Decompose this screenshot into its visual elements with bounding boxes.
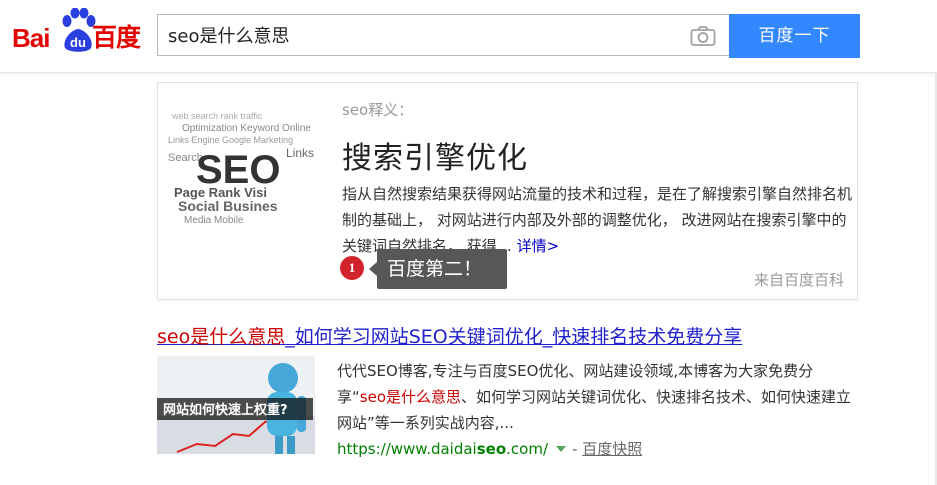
baidu-logo[interactable]: Bai du 百度 (12, 8, 152, 54)
result-description: 代代SEO博客,专注与百度SEO优化、网站建设领域,本博客为大家免费分享“seo… (337, 358, 852, 436)
result-thumbnail[interactable]: 网站如何快速上权重? (157, 356, 315, 454)
url-separator: - (572, 440, 578, 458)
logo-text-bai: Bai (12, 23, 50, 53)
svg-text:Media Mobile: Media Mobile (184, 215, 244, 225)
svg-text:web search rank traffic: web search rank traffic (171, 111, 263, 121)
result-url-bold: seo (476, 440, 507, 458)
dropdown-arrow-icon[interactable] (556, 446, 567, 452)
result-title-rest: _如何学习网站SEO关键词优化_快速排名技术免费分享 (285, 326, 743, 348)
result-url-prefix: https://www.daidai (337, 440, 477, 458)
header: Bai du 百度 百度一下 (0, 0, 937, 73)
logo-paw-text: du (70, 35, 86, 50)
seo-image-text: SEO (196, 148, 280, 192)
result-title-link[interactable]: seo是什么意思_如何学习网站SEO关键词优化_快速排名技术免费分享 (157, 322, 742, 349)
annotation-badge: 1 (340, 256, 364, 280)
search-input[interactable] (158, 15, 688, 55)
svg-text:Optimization Keyword Online: Optimization Keyword Online (182, 123, 311, 134)
camera-icon[interactable] (690, 25, 716, 47)
card-description: 指从自然搜索结果获得网站流量的技术和过程，是在了解搜索引擎自然排名机制的基础上，… (342, 181, 852, 259)
svg-text:Social Busines: Social Busines (178, 198, 278, 214)
svg-text:Links Engine Google Marketi: Links Engine Google Marketing (168, 135, 293, 145)
logo-text-baidu: 百度 (92, 23, 141, 52)
snapshot-link[interactable]: 百度快照 (582, 440, 642, 458)
detail-link[interactable]: 详情> (517, 237, 560, 255)
search-button[interactable]: 百度一下 (729, 14, 860, 58)
result-url: https://www.daidaiseo.com/ - 百度快照 (337, 438, 642, 459)
card-title[interactable]: 搜索引擎优化 (342, 133, 528, 177)
card-description-text: 指从自然搜索结果获得网站流量的技术和过程，是在了解搜索引擎自然排名机制的基础上，… (342, 185, 853, 255)
result-title-highlight: seo是什么意思 (157, 326, 286, 348)
card-source[interactable]: 来自百度百科 (754, 269, 844, 290)
card-label: seo释义： (342, 101, 414, 119)
baike-card: web search rank traffic Optimization Key… (157, 82, 858, 300)
thumbnail-image: 网站如何快速上权重? (157, 356, 315, 454)
svg-text:Links: Links (286, 146, 314, 160)
search-box (157, 14, 729, 56)
result-desc-highlight: seo是什么意思 (359, 388, 462, 406)
result-url-suffix: .com/ (506, 440, 549, 458)
annotation-tooltip: 百度第二！ (369, 249, 507, 289)
thumbnail-caption: 网站如何快速上权重? (163, 402, 288, 418)
seo-word-cloud-image[interactable]: web search rank traffic Optimization Key… (168, 97, 330, 225)
